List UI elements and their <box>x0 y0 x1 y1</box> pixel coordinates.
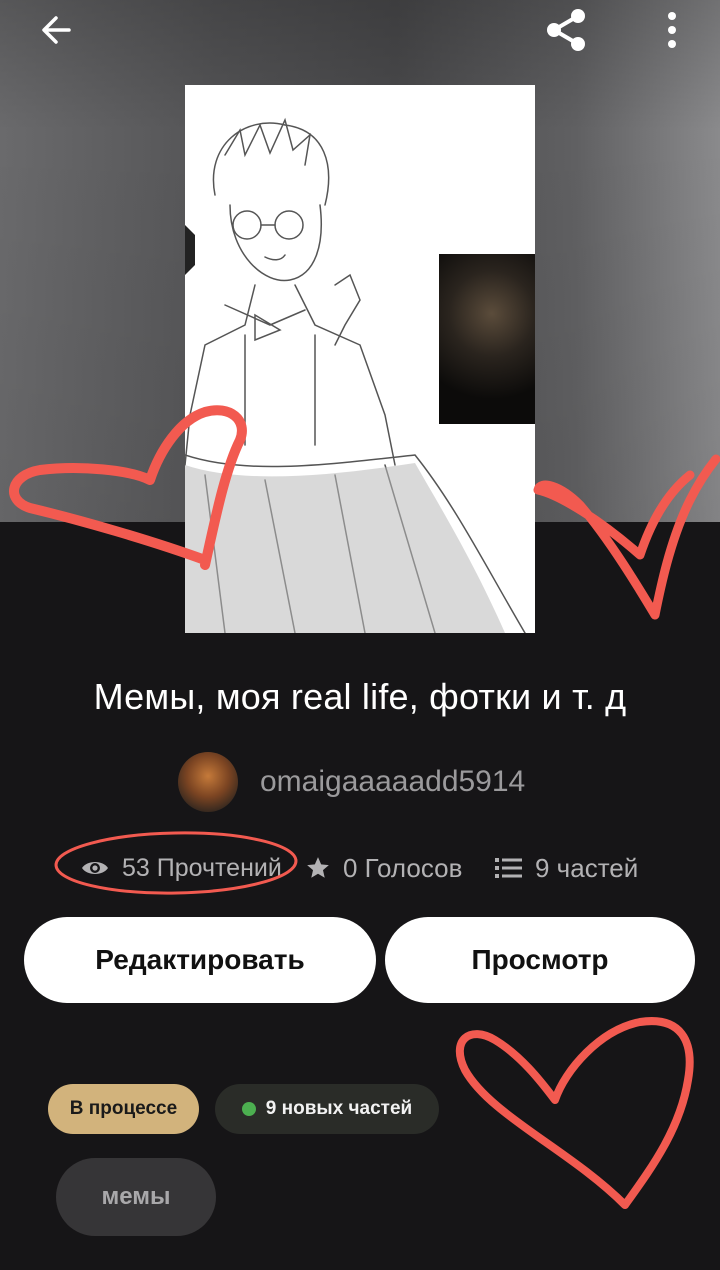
photo-inset <box>439 254 535 424</box>
share-button[interactable] <box>542 6 590 54</box>
story-title: Мемы, моя real life, фотки и т. д <box>93 676 627 717</box>
tag-chip[interactable]: мемы <box>56 1158 216 1236</box>
new-indicator-dot-icon <box>241 1102 256 1116</box>
edit-button[interactable]: Редактировать <box>24 917 376 1003</box>
author-name[interactable]: omaigaaaaadd5914 <box>260 765 525 799</box>
share-icon <box>547 9 585 51</box>
star-icon <box>307 857 329 878</box>
arrow-left-icon <box>42 16 71 44</box>
new-parts-badge: 9 новых частей <box>215 1084 439 1134</box>
heart-doodle-bottom <box>455 1017 694 1209</box>
more-vertical-icon <box>668 12 676 48</box>
status-badge: В процессе <box>48 1084 199 1134</box>
more-options-button[interactable] <box>648 6 696 54</box>
parts-stat: 9 частей <box>495 846 638 890</box>
preview-button[interactable]: Просмотр <box>385 917 695 1003</box>
story-cover-image <box>185 85 535 633</box>
parts-count: 9 частей <box>535 852 639 883</box>
votes-count: 0 Голосов <box>343 852 463 883</box>
list-icon <box>495 858 522 878</box>
eye-icon <box>82 862 108 874</box>
reads-stat: 53 Прочтений <box>80 846 282 890</box>
avatar[interactable] <box>178 752 238 812</box>
votes-stat: 0 Голосов <box>305 846 462 890</box>
back-button[interactable] <box>32 6 80 54</box>
reads-count: 53 Прочтений <box>122 853 282 882</box>
new-parts-label: 9 новых частей <box>265 1098 413 1119</box>
story-stats: 53 Прочтений 0 Голосов 9 частей <box>0 846 720 890</box>
author-profile-link[interactable]: omaigaaaaadd5914 <box>178 751 525 813</box>
